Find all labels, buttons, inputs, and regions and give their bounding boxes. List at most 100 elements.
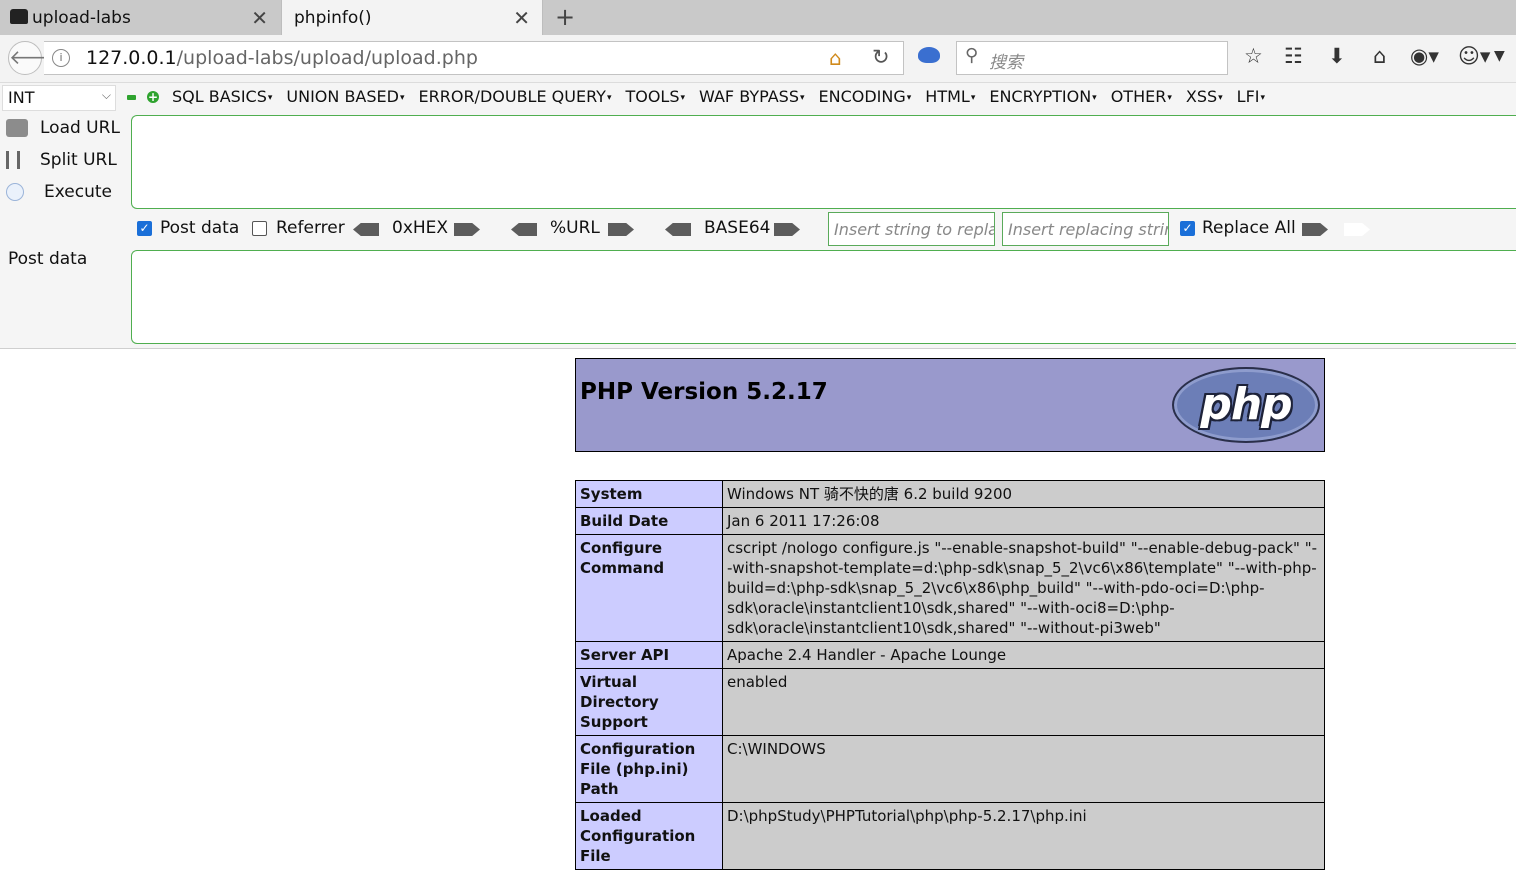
type-select-value: INT [8, 88, 35, 107]
folder-favicon-icon [10, 9, 28, 24]
table-row: Configure Command cscript /nologo config… [575, 534, 1325, 642]
hex-label: 0xHEX [392, 218, 449, 238]
download-icon[interactable]: ⬇ [1328, 44, 1346, 68]
url-path: /upload-labs/upload/upload.php [176, 47, 478, 69]
replace-string-input[interactable]: Insert string to replace [828, 212, 995, 246]
url-host: 127.0.0.1 [86, 47, 177, 69]
increase-icon[interactable]: + [147, 91, 159, 103]
base64-encode-arrow-icon[interactable] [774, 223, 800, 236]
new-tab-icon[interactable]: + [555, 3, 575, 31]
url-textarea[interactable] [131, 115, 1516, 209]
load-url-icon [6, 119, 28, 137]
php-logo-text: php [1200, 379, 1292, 430]
menu-waf-bypass[interactable]: WAF BYPASS [699, 87, 804, 106]
menu-encoding[interactable]: ENCODING [819, 87, 912, 106]
row-key: Configuration File (php.ini) Path [575, 735, 723, 803]
post-data-label: Post data [8, 249, 88, 269]
close-icon[interactable]: ✕ [513, 6, 530, 30]
base64-decode-arrow-icon[interactable] [665, 223, 691, 236]
load-url-button[interactable]: Load URL [6, 114, 120, 142]
menu-sql-basics[interactable]: SQL BASICS [172, 87, 272, 106]
tab-title: upload-labs [32, 7, 131, 28]
row-value: enabled [722, 668, 1325, 736]
url-label: %URL [550, 218, 600, 238]
split-url-label: Split URL [40, 150, 117, 170]
bookmark-star-icon[interactable]: ☆ [1244, 44, 1263, 68]
table-row: System Windows NT 骑不快的唐 6.2 build 9200 [575, 480, 1325, 508]
row-value: Windows NT 骑不快的唐 6.2 build 9200 [722, 480, 1325, 508]
play-icon [6, 183, 24, 201]
replace-all-checkbox[interactable]: ✓ [1180, 221, 1195, 236]
home-icon[interactable]: ⌂ [829, 46, 842, 70]
chevron-down-icon: ⌵ [101, 88, 111, 102]
menu-html[interactable]: HTML [925, 87, 975, 106]
url-decode-arrow-icon[interactable] [511, 223, 537, 236]
php-version-title: PHP Version 5.2.17 [580, 379, 828, 405]
table-row: Configuration File (php.ini) Path C:\WIN… [575, 735, 1325, 803]
hex-encode-arrow-icon[interactable] [454, 223, 480, 236]
type-select[interactable]: INT ⌵ [2, 85, 116, 111]
row-key: System [575, 480, 723, 508]
search-placeholder: 搜索 [989, 53, 1023, 73]
row-value: cscript /nologo configure.js "--enable-s… [722, 534, 1325, 642]
reload-icon[interactable]: ↻ [872, 45, 890, 69]
post-data-textarea[interactable] [131, 250, 1516, 344]
menu-other[interactable]: OTHER [1111, 87, 1172, 106]
menu-tools[interactable]: TOOLS [625, 87, 685, 106]
table-row: Loaded Configuration File D:\phpStudy\PH… [575, 802, 1325, 870]
post-data-checkbox[interactable]: ✓ [137, 221, 152, 236]
tab-upload-labs[interactable]: upload-labs ✕ [0, 0, 280, 35]
post-data-checkbox-label: Post data [160, 218, 240, 238]
referrer-checkbox[interactable] [252, 221, 267, 236]
tab-strip: upload-labs ✕ phpinfo() ✕ + [0, 0, 1516, 35]
referrer-checkbox-label: Referrer [276, 218, 345, 238]
split-url-button[interactable]: Split URL [6, 146, 117, 174]
url-bar[interactable]: i 127.0.0.1/upload-labs/upload/upload.ph… [44, 41, 904, 75]
url-text[interactable]: 127.0.0.1/upload-labs/upload/upload.php [86, 47, 478, 69]
row-key: Virtual Directory Support [575, 668, 723, 736]
hackbar-menus: SQL BASICS UNION BASED ERROR/DOUBLE QUER… [172, 87, 1279, 106]
menu-error-double-query[interactable]: ERROR/DOUBLE QUERY [419, 87, 612, 106]
row-key: Server API [575, 641, 723, 669]
back-arrow-icon[interactable]: 🡐 [8, 41, 63, 75]
reading-list-icon[interactable]: ☷ [1284, 44, 1303, 68]
replace-left-arrow-icon[interactable] [1344, 223, 1370, 236]
base64-label: BASE64 [704, 218, 771, 238]
row-value: Apache 2.4 Handler - Apache Lounge [722, 641, 1325, 669]
replacing-string-input[interactable]: Insert replacing string [1002, 212, 1169, 246]
row-key: Configure Command [575, 534, 723, 642]
search-icon: ⚲ [965, 45, 979, 66]
menu-union-based[interactable]: UNION BASED [286, 87, 404, 106]
execute-label: Execute [44, 182, 112, 202]
extension-bird-icon[interactable] [918, 47, 940, 63]
phpinfo-header: PHP Version 5.2.17 php [575, 358, 1325, 452]
info-icon[interactable]: i [52, 49, 70, 67]
search-input[interactable]: ⚲ 搜索 [956, 41, 1228, 75]
close-icon[interactable]: ✕ [251, 6, 268, 30]
table-row: Virtual Directory Support enabled [575, 668, 1325, 736]
table-row: Build Date Jan 6 2011 17:26:08 [575, 507, 1325, 535]
row-value: Jan 6 2011 17:26:08 [722, 507, 1325, 535]
replace-all-label: Replace All [1202, 218, 1296, 238]
palette-icon[interactable]: ☺▾ [1458, 44, 1490, 68]
menu-lfi[interactable]: LFI [1237, 87, 1265, 106]
globe-icon[interactable]: ◉▾ [1410, 44, 1439, 68]
menu-xss[interactable]: XSS [1186, 87, 1223, 106]
row-key: Build Date [575, 507, 723, 535]
execute-button[interactable]: Execute [6, 178, 112, 206]
menu-encryption[interactable]: ENCRYPTION [989, 87, 1096, 106]
php-logo[interactable]: php [1172, 367, 1320, 443]
hex-decode-arrow-icon[interactable] [353, 223, 379, 236]
table-row: Server API Apache 2.4 Handler - Apache L… [575, 641, 1325, 669]
load-url-label: Load URL [40, 118, 120, 138]
navigation-bar: 🡐 i 127.0.0.1/upload-labs/upload/upload.… [0, 35, 1516, 83]
tab-phpinfo[interactable]: phpinfo() ✕ [281, 0, 543, 35]
replace-right-arrow-icon[interactable] [1302, 223, 1328, 236]
row-key: Loaded Configuration File [575, 802, 723, 870]
row-value: C:\WINDOWS [722, 735, 1325, 803]
menu-chevron-icon[interactable]: ▼ [1494, 48, 1505, 64]
decrease-icon[interactable] [127, 95, 136, 100]
scissors-icon [6, 151, 20, 169]
home-icon[interactable]: ⌂ [1373, 44, 1386, 68]
url-encode-arrow-icon[interactable] [608, 223, 634, 236]
